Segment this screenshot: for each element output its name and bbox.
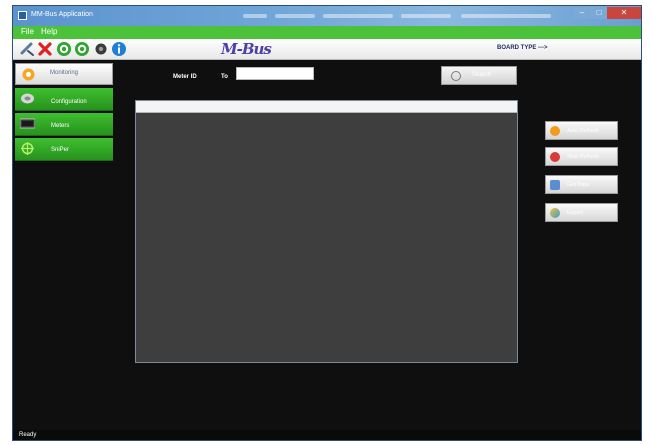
- menu-help[interactable]: Help: [41, 27, 57, 36]
- stop-refresh-label: Stop Refresh: [567, 154, 600, 160]
- data-grid[interactable]: [135, 100, 518, 363]
- monitoring-icon: [22, 68, 35, 81]
- sidebar-item-configuration[interactable]: Configuration: [15, 88, 113, 111]
- export-label: Export: [567, 210, 583, 216]
- title-decoration: [243, 14, 267, 18]
- title-decoration: [401, 14, 451, 18]
- maximize-icon: □: [596, 8, 602, 17]
- minimize-icon: –: [579, 8, 585, 17]
- connect-icon[interactable]: [19, 41, 35, 57]
- menu-bar: File Help: [13, 26, 641, 39]
- meter-id-input[interactable]: [236, 67, 314, 80]
- auto-refresh-label: Auto Refresh: [567, 128, 600, 134]
- camera-icon[interactable]: [93, 41, 109, 57]
- sidebar-item-meters[interactable]: Meters: [15, 113, 113, 136]
- export-button[interactable]: Export: [545, 203, 618, 222]
- sidebar-item-label: Meters: [51, 123, 70, 129]
- grid-header[interactable]: [136, 101, 517, 113]
- info-icon[interactable]: [111, 41, 127, 57]
- toolbar: M-Bus BOARD TYPE --->: [13, 39, 641, 60]
- close-icon: ✕: [620, 8, 628, 17]
- stop-refresh-button[interactable]: Stop Refresh: [545, 147, 618, 166]
- menu-file[interactable]: File: [21, 27, 34, 36]
- title-decoration: [323, 14, 393, 18]
- app-icon: [18, 11, 27, 20]
- get-data-button[interactable]: Get Data: [545, 175, 618, 194]
- meter-id-label: Meter ID: [173, 74, 197, 80]
- status-text: Ready: [19, 432, 37, 438]
- board-type-label: BOARD TYPE --->: [497, 45, 548, 51]
- get-data-label: Get Data: [567, 182, 590, 188]
- title-decoration: [275, 14, 315, 18]
- meters-icon: [20, 118, 35, 129]
- status-bar: Ready: [13, 430, 641, 440]
- sidebar-item-sniper[interactable]: SniPer: [15, 138, 113, 161]
- close-button[interactable]: ✕: [607, 7, 641, 19]
- window-title: MM-Bus Application: [31, 11, 93, 18]
- sniper-icon: [21, 142, 34, 155]
- sidebar-item-label: SniPer: [51, 147, 70, 153]
- refresh-icon[interactable]: [74, 41, 90, 57]
- export-icon: [550, 208, 560, 218]
- search-icon: [451, 71, 461, 81]
- title-bar[interactable]: MM-Bus Application – □ ✕: [13, 6, 641, 26]
- start-icon[interactable]: [56, 41, 72, 57]
- disconnect-icon[interactable]: [37, 41, 53, 57]
- maximize-button[interactable]: □: [591, 7, 607, 19]
- brand-logo: M-Bus: [221, 40, 272, 58]
- minimize-button[interactable]: –: [573, 7, 591, 19]
- app-window: MM-Bus Application – □ ✕ File Help M-Bus…: [12, 5, 642, 441]
- search-button-label: Search: [472, 72, 492, 78]
- title-decoration: [461, 14, 551, 18]
- configuration-icon: [21, 93, 34, 104]
- to-label: To: [221, 74, 228, 80]
- stop-refresh-icon: [550, 152, 560, 162]
- get-data-icon: [550, 180, 560, 190]
- sidebar-item-monitoring[interactable]: Monitoring: [15, 63, 113, 85]
- auto-refresh-icon: [550, 126, 560, 136]
- search-button[interactable]: Search: [441, 66, 517, 85]
- auto-refresh-button[interactable]: Auto Refresh: [545, 121, 618, 140]
- sidebar-item-label: Monitoring: [50, 70, 79, 76]
- sidebar-item-label: Configuration: [51, 99, 87, 105]
